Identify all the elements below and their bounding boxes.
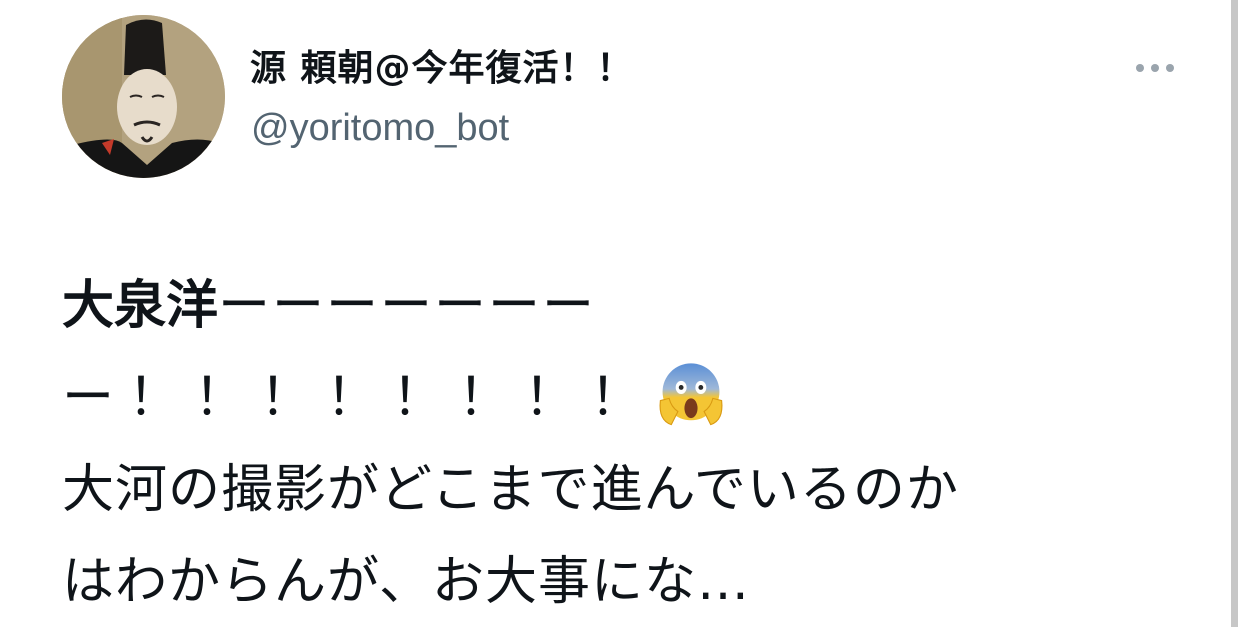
tweet-line-bold: 大泉洋 [62,276,219,336]
scrollbar[interactable] [1231,0,1238,627]
portrait-avatar-image [62,15,225,178]
tweet-text: 大泉洋ーーーーーーー ー！！！！！！！！ 大河の撮影がどこまで進んでいるのか は… [62,260,1182,628]
tweet-line: 大泉洋ーーーーーーー [62,260,1182,352]
face-screaming-in-fear-emoji [659,363,723,426]
tweet-line: はわからんが、お大事にな… [62,552,750,612]
avatar[interactable] [62,15,225,178]
tweet-line: 大河の撮影がどこまで進んでいるのか [62,460,959,520]
more-options-button[interactable] [1128,50,1182,86]
more-dots-icon [1151,64,1159,72]
user-handle[interactable]: @yoritomo_bot [251,103,509,153]
tweet-line: ー！！！！！！！！ [62,352,1182,444]
tweet-line-text: ー！！！！！！！！ [62,368,657,428]
display-name[interactable]: 源 頼朝@今年復活！！ [250,44,634,94]
more-dots-icon [1136,64,1144,72]
tweet-line-dashes: ーーーーーーー [218,276,597,336]
more-dots-icon [1166,64,1174,72]
